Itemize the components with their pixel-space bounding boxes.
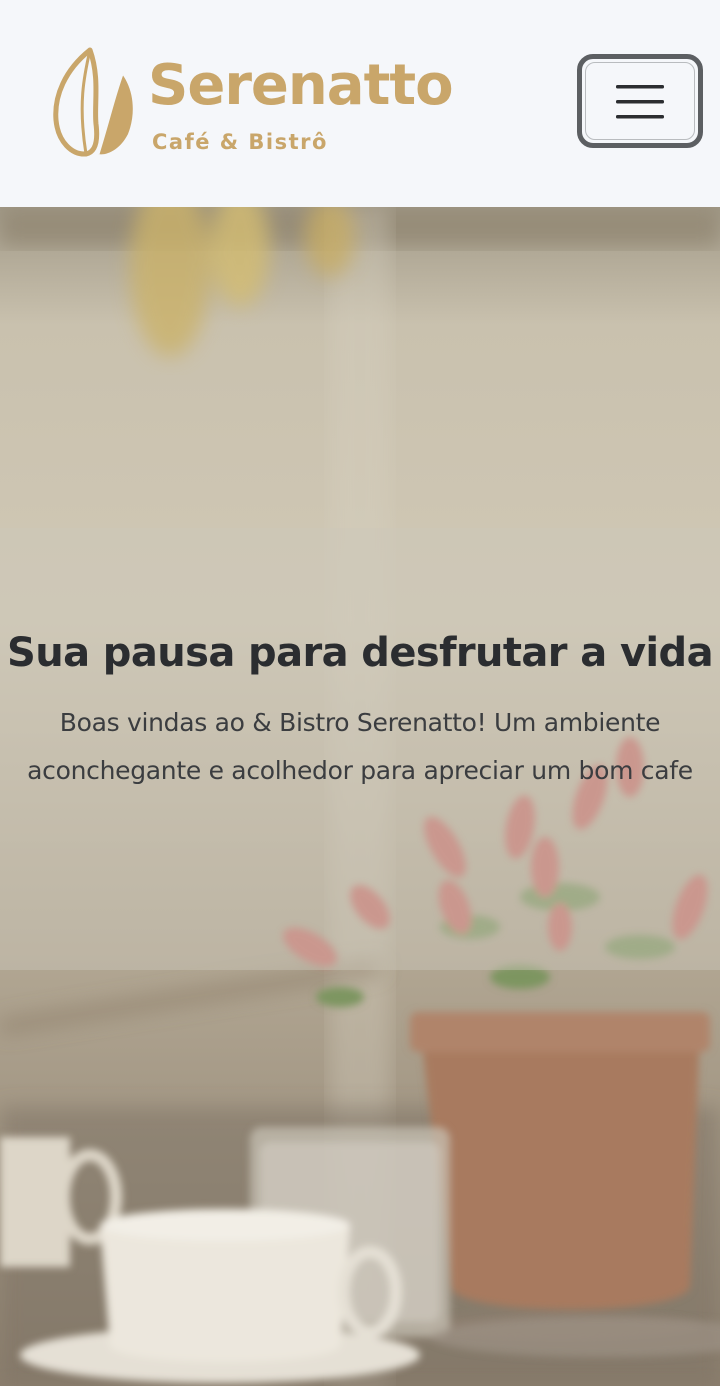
brand-name: Serenatto	[148, 53, 454, 118]
navbar: Serenatto Café & Bistrô	[0, 0, 720, 207]
brand-logo[interactable]: Serenatto Café & Bistrô	[50, 44, 460, 160]
hamburger-menu-icon	[616, 85, 664, 119]
hero-title: Sua pausa para desfrutar a vida	[7, 630, 714, 676]
brand-tagline: Café & Bistrô	[152, 130, 328, 154]
coffee-bean-logo-icon	[53, 47, 133, 157]
hero-carousel: Sua pausa para desfrutar a vida Boas vin…	[0, 207, 720, 1386]
hero-caption: Sua pausa para desfrutar a vida Boas vin…	[0, 528, 720, 970]
hero-description: Boas vindas ao & Bistro Serenatto! Um am…	[27, 708, 693, 785]
menu-toggle-button[interactable]	[577, 54, 703, 148]
